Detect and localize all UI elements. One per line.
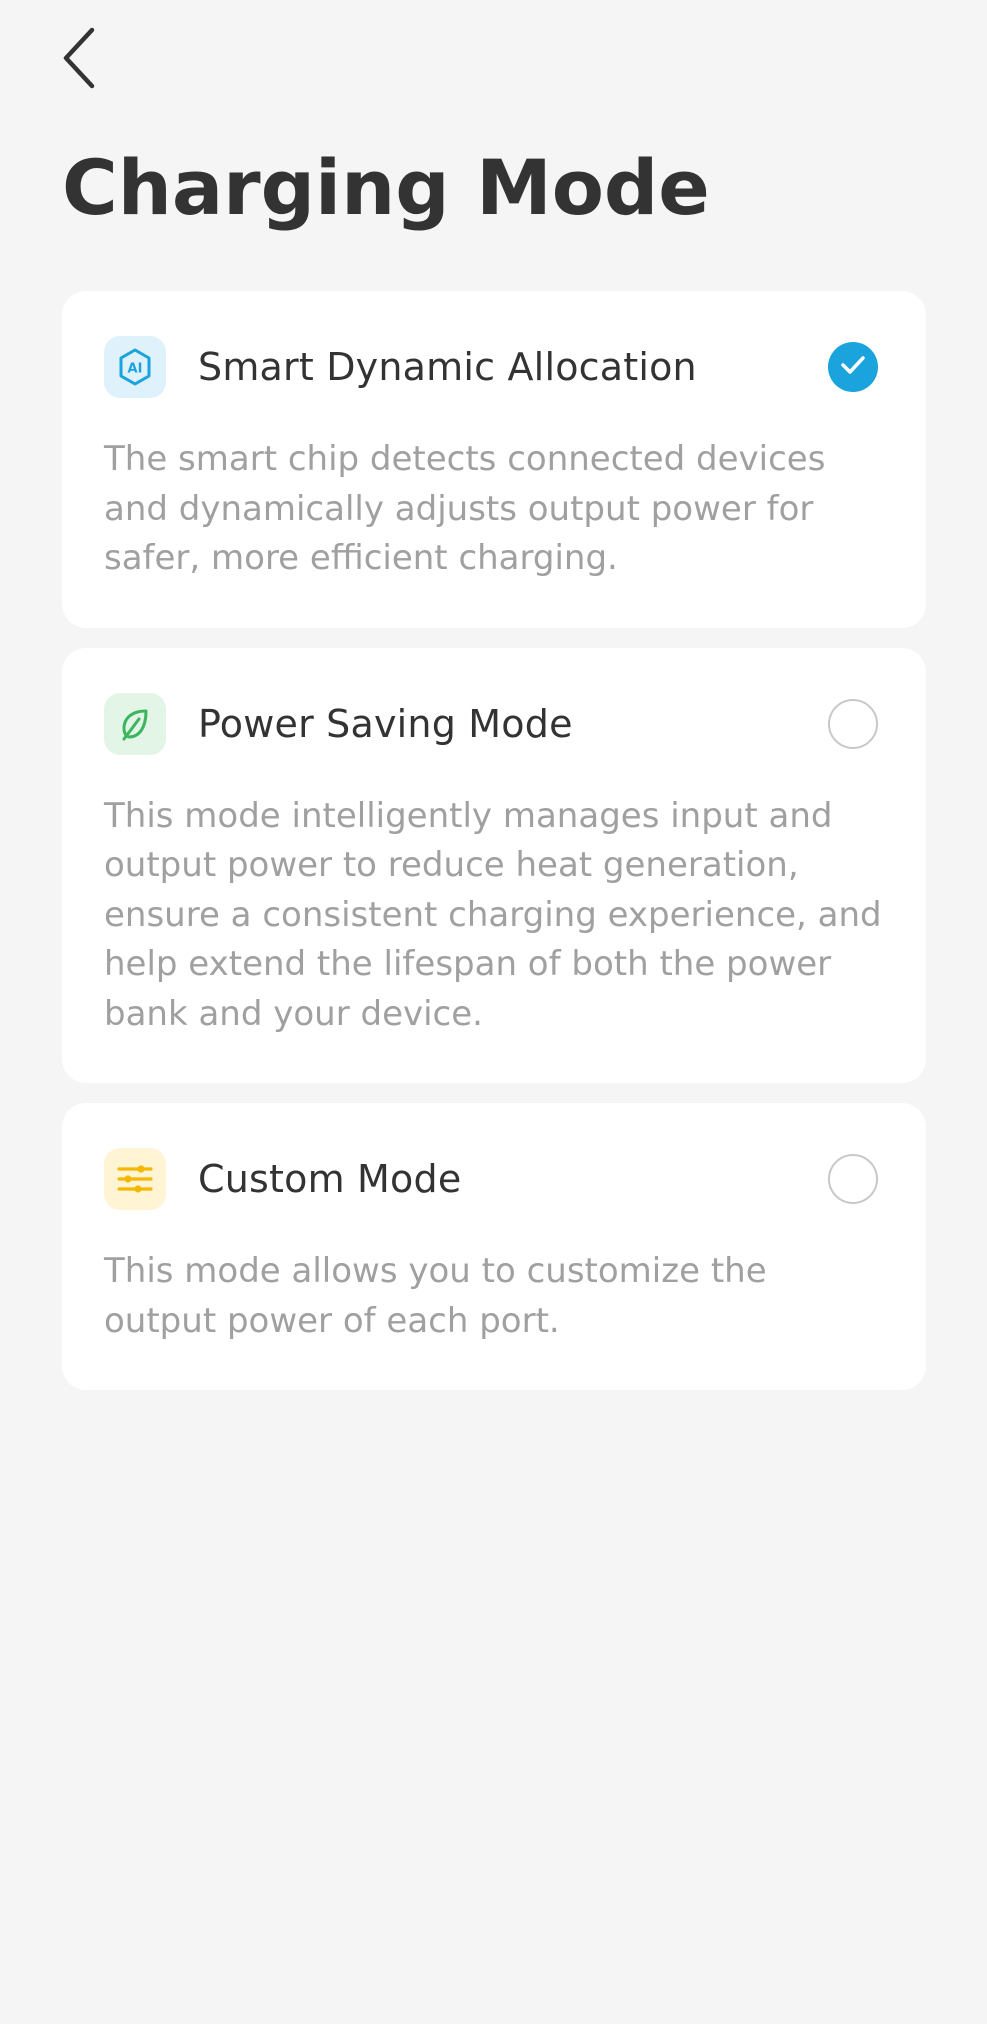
page-title: Charging Mode: [62, 143, 710, 232]
mode-title: Power Saving Mode: [198, 701, 573, 746]
mode-description: This mode allows you to customize the ou…: [104, 1251, 767, 1341]
ai-chip-icon: AI: [104, 336, 166, 398]
mode-card-header: Custom Mode: [104, 1147, 884, 1211]
chevron-left-icon: [58, 26, 98, 94]
leaf-icon: [104, 692, 166, 755]
mode-card-custom[interactable]: Custom Mode This mode allows you to cust…: [62, 1103, 926, 1390]
mode-card-header: Power Saving Mode: [104, 692, 884, 756]
mode-radio[interactable]: [828, 698, 878, 749]
back-button[interactable]: [50, 24, 106, 96]
mode-title: Smart Dynamic Allocation: [198, 345, 697, 389]
mode-radio-selected[interactable]: [828, 342, 878, 392]
mode-card-header: AI Smart Dynamic Allocation: [104, 335, 884, 399]
mode-description: The smart chip detects connected devices…: [104, 439, 826, 578]
mode-card-smart-dynamic-allocation[interactable]: AI Smart Dynamic Allocation The smart ch…: [62, 291, 926, 628]
svg-text:AI: AI: [128, 362, 143, 377]
mode-list: AI Smart Dynamic Allocation The smart ch…: [62, 291, 926, 1410]
mode-description: This mode intelligently manages input an…: [104, 795, 882, 1034]
mode-radio[interactable]: [828, 1154, 878, 1204]
sliders-icon: [104, 1148, 166, 1210]
checkmark-icon: [840, 355, 866, 379]
mode-title: Custom Mode: [198, 1157, 462, 1201]
mode-card-power-saving[interactable]: Power Saving Mode This mode intelligentl…: [62, 647, 926, 1083]
